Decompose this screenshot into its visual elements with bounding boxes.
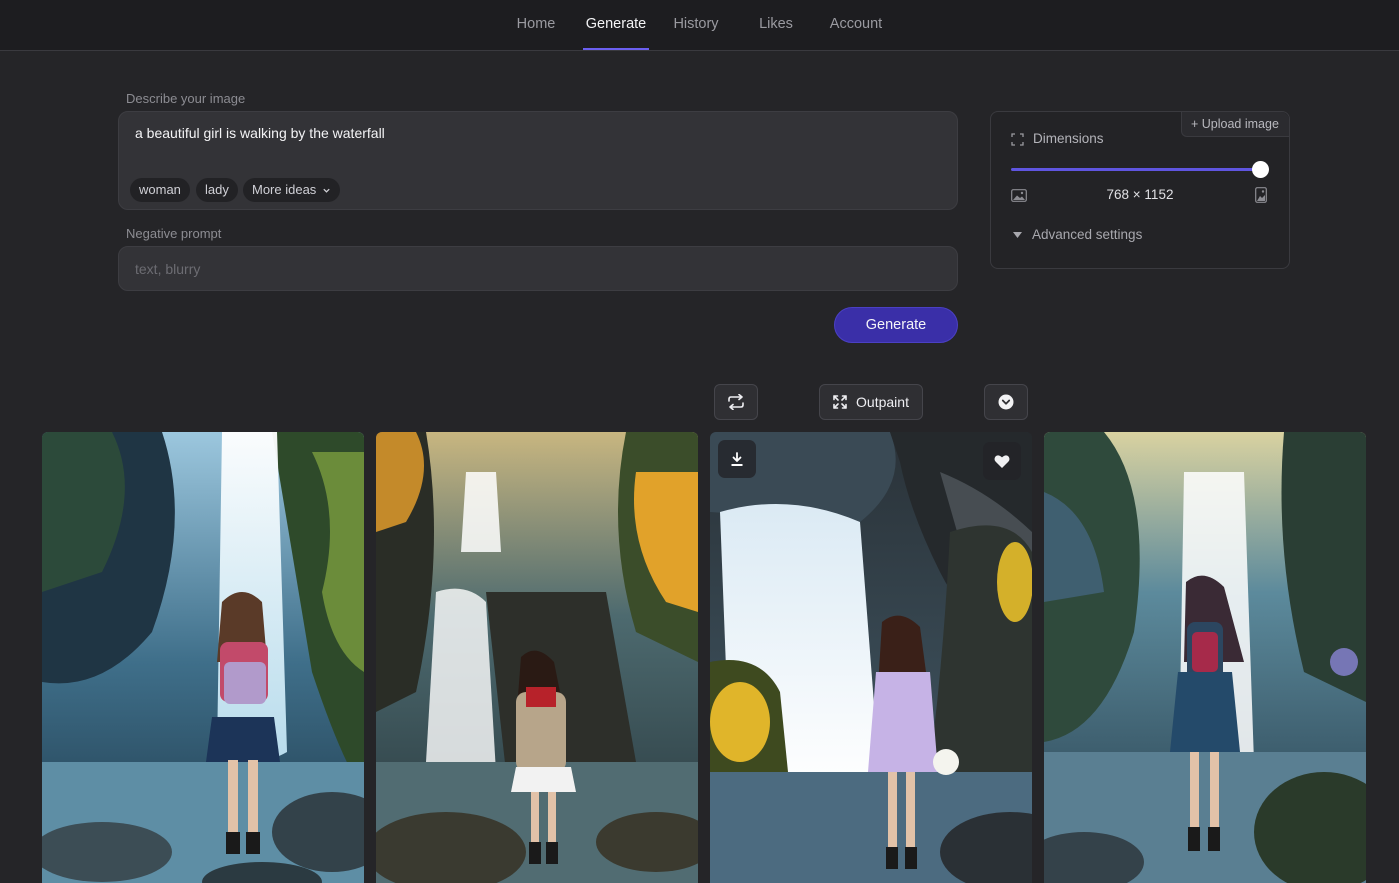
nav-generate[interactable]: Generate	[583, 0, 649, 50]
prompt-label: Describe your image	[126, 91, 246, 106]
download-button[interactable]	[718, 440, 756, 478]
generated-image-4[interactable]	[1044, 432, 1366, 883]
dimensions-title: Dimensions	[1033, 131, 1104, 146]
chevron-circle-down-icon	[998, 394, 1014, 410]
negative-prompt-label: Negative prompt	[126, 226, 222, 241]
generated-image-2[interactable]	[376, 432, 698, 883]
generated-image-3[interactable]	[710, 432, 1032, 883]
dimensions-value: 768 × 1152	[1106, 187, 1174, 202]
nav-likes[interactable]: Likes	[752, 0, 800, 50]
suggestion-chip-lady[interactable]: lady	[196, 178, 238, 202]
expand-icon	[1011, 133, 1024, 146]
outpaint-label: Outpaint	[856, 394, 909, 410]
outpaint-button[interactable]: Outpaint	[819, 384, 923, 420]
more-ideas-label: More ideas	[252, 182, 317, 197]
nav-home[interactable]: Home	[509, 0, 563, 50]
heart-icon	[994, 454, 1010, 468]
nav-account[interactable]: Account	[824, 0, 888, 50]
generated-image-1[interactable]	[42, 432, 364, 883]
options-dropdown-button[interactable]	[984, 384, 1028, 420]
portrait-image-icon[interactable]	[1255, 187, 1267, 203]
prompt-text[interactable]: a beautiful girl is walking by the water…	[135, 125, 385, 141]
caret-down-icon	[1013, 232, 1022, 238]
repeat-icon	[728, 394, 744, 410]
download-icon	[731, 451, 743, 466]
suggestion-chip-woman[interactable]: woman	[130, 178, 190, 202]
dimensions-slider[interactable]	[1011, 168, 1263, 171]
regenerate-button[interactable]	[714, 384, 758, 420]
top-nav: Home Generate History Likes Account	[0, 0, 1399, 51]
upload-image-button[interactable]: + Upload image	[1181, 112, 1289, 137]
expand-arrows-icon	[833, 395, 847, 409]
landscape-image-icon[interactable]	[1011, 189, 1027, 202]
chevron-down-icon	[323, 188, 330, 193]
generate-button[interactable]: Generate	[834, 307, 958, 343]
nav-history[interactable]: History	[668, 0, 724, 50]
slider-handle[interactable]	[1252, 161, 1269, 178]
prompt-input[interactable]: a beautiful girl is walking by the water…	[118, 111, 958, 210]
like-button[interactable]	[983, 442, 1021, 480]
advanced-settings-toggle[interactable]: Advanced settings	[1032, 227, 1142, 242]
more-ideas-button[interactable]: More ideas	[243, 178, 340, 202]
negative-prompt-input[interactable]	[118, 246, 958, 291]
